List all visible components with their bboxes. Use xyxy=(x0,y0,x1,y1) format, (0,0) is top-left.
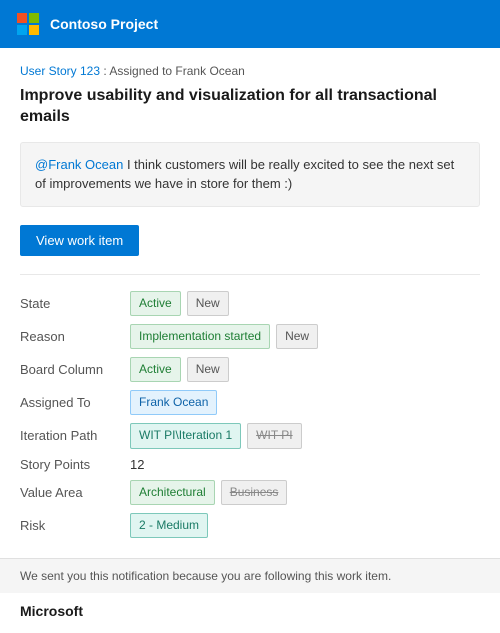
table-row: ReasonImplementation startedNew xyxy=(20,320,480,353)
field-value: Implementation startedNew xyxy=(130,324,480,349)
field-tag: Business xyxy=(221,480,288,505)
field-value-cell: Implementation startedNew xyxy=(130,320,480,353)
view-work-item-button[interactable]: View work item xyxy=(20,225,139,256)
field-value-cell: 2 - Medium xyxy=(130,509,480,542)
field-value: ActiveNew xyxy=(130,357,480,382)
field-tag: WIT PI xyxy=(247,423,301,448)
field-value: ArchitecturalBusiness xyxy=(130,480,480,505)
field-tag: WIT PI\Iteration 1 xyxy=(130,423,241,448)
main-content: User Story 123 : Assigned to Frank Ocean… xyxy=(0,48,500,542)
breadcrumb: User Story 123 : Assigned to Frank Ocean xyxy=(20,64,480,78)
breadcrumb-link[interactable]: User Story 123 xyxy=(20,64,100,78)
field-tag: New xyxy=(187,357,229,382)
table-row: StateActiveNew xyxy=(20,287,480,320)
field-tag: Active xyxy=(130,357,181,382)
field-label: Risk xyxy=(20,509,130,542)
field-value-cell: ArchitecturalBusiness xyxy=(130,476,480,509)
table-row: Iteration PathWIT PI\Iteration 1WIT PI xyxy=(20,419,480,452)
table-row: Story Points12 xyxy=(20,453,480,476)
microsoft-logo-icon xyxy=(16,12,40,36)
breadcrumb-suffix: Assigned to Frank Ocean xyxy=(109,64,244,78)
field-label: Value Area xyxy=(20,476,130,509)
field-tag: 2 - Medium xyxy=(130,513,208,538)
field-label: Story Points xyxy=(20,453,130,476)
field-value: WIT PI\Iteration 1WIT PI xyxy=(130,423,480,448)
field-value: 12 xyxy=(130,457,480,472)
field-label: Reason xyxy=(20,320,130,353)
field-value-cell: 12 xyxy=(130,453,480,476)
field-value-cell: Frank Ocean xyxy=(130,386,480,419)
field-value: 2 - Medium xyxy=(130,513,480,538)
field-value-cell: WIT PI\Iteration 1WIT PI xyxy=(130,419,480,452)
footer-brand: Microsoft xyxy=(0,593,500,633)
field-tag: Implementation started xyxy=(130,324,270,349)
table-row: Value AreaArchitecturalBusiness xyxy=(20,476,480,509)
footer-note: We sent you this notification because yo… xyxy=(0,558,500,593)
fields-table: StateActiveNewReasonImplementation start… xyxy=(20,287,480,542)
breadcrumb-separator: : xyxy=(100,64,109,78)
table-row: Risk2 - Medium xyxy=(20,509,480,542)
mention-link[interactable]: @Frank Ocean xyxy=(35,157,123,172)
field-tag: Active xyxy=(130,291,181,316)
work-item-title: Improve usability and visualization for … xyxy=(20,86,480,128)
field-tag: New xyxy=(276,324,318,349)
field-label: Assigned To xyxy=(20,386,130,419)
field-value: ActiveNew xyxy=(130,291,480,316)
field-value: Frank Ocean xyxy=(130,390,480,415)
field-label: State xyxy=(20,287,130,320)
field-label: Board Column xyxy=(20,353,130,386)
field-tag: Frank Ocean xyxy=(130,390,217,415)
field-value-cell: ActiveNew xyxy=(130,353,480,386)
app-title: Contoso Project xyxy=(50,16,158,32)
app-header: Contoso Project xyxy=(0,0,500,48)
field-tag: New xyxy=(187,291,229,316)
table-row: Board ColumnActiveNew xyxy=(20,353,480,386)
comment-box: @Frank Ocean I think customers will be r… xyxy=(20,142,480,207)
field-label: Iteration Path xyxy=(20,419,130,452)
field-plain-value: 12 xyxy=(130,457,144,472)
table-row: Assigned ToFrank Ocean xyxy=(20,386,480,419)
field-value-cell: ActiveNew xyxy=(130,287,480,320)
section-divider xyxy=(20,274,480,275)
field-tag: Architectural xyxy=(130,480,215,505)
